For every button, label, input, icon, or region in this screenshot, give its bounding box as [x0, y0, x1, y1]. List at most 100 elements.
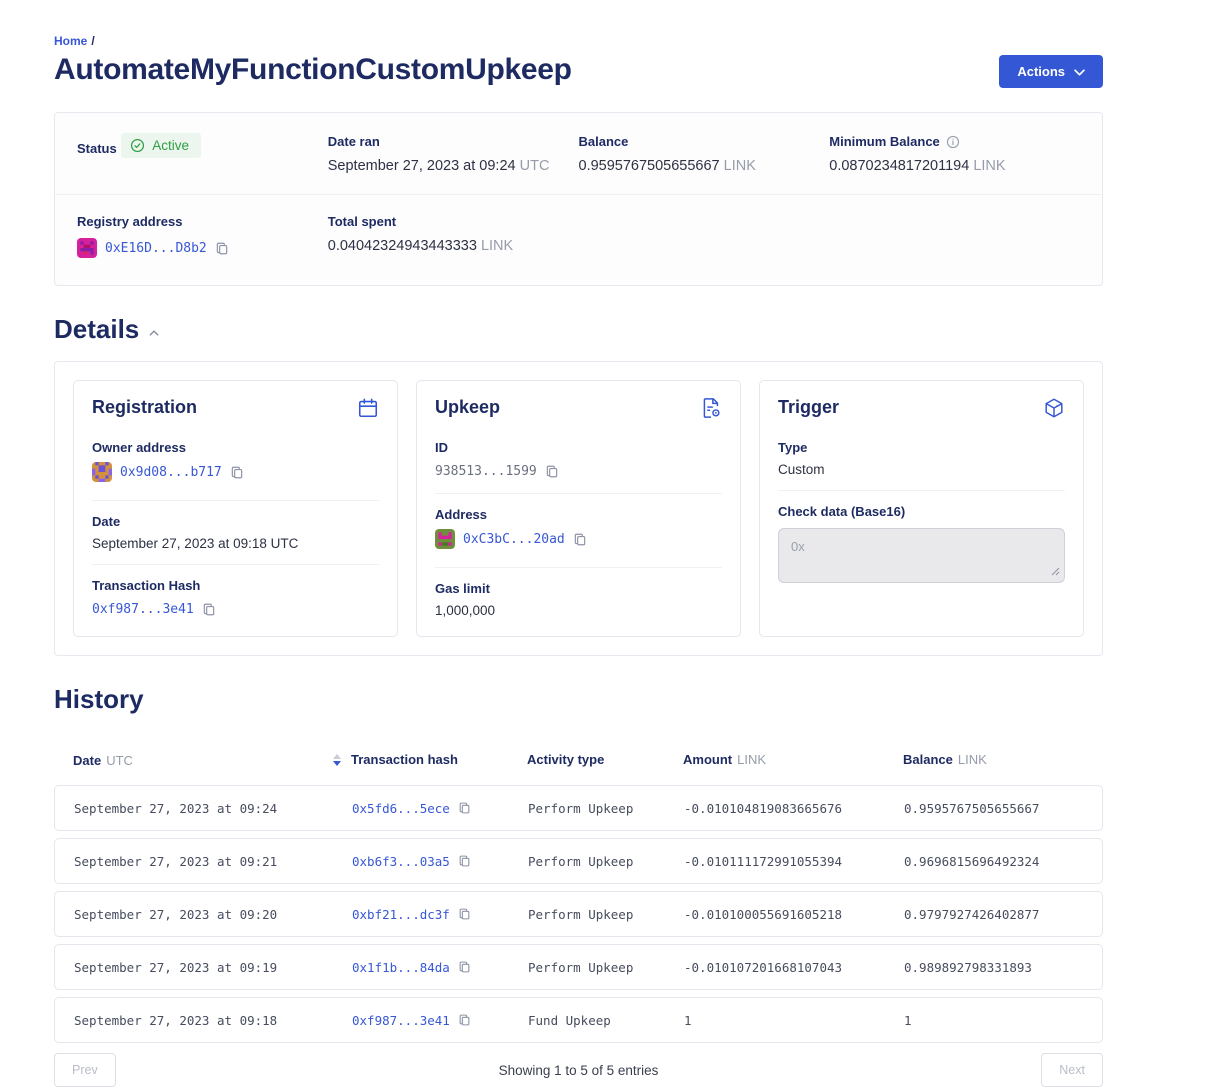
balance-field: Balance 0.9595767505655667 LINK [579, 133, 830, 174]
total-spent-value: 0.04042324943443333 LINK [328, 238, 579, 254]
upkeep-address-link[interactable]: 0xC3bC...20ad [463, 532, 565, 547]
history-table: Date UTC Transaction hash Activity type … [54, 739, 1103, 1043]
registration-card: Registration Owner address [73, 380, 398, 637]
trigger-type-label: Type [778, 440, 1065, 455]
check-data-input[interactable] [778, 528, 1065, 583]
transaction-hash-label: Transaction Hash [92, 578, 379, 593]
status-badge: Active [121, 133, 201, 158]
registry-address-label: Registry address [77, 214, 183, 229]
registration-title: Registration [92, 397, 197, 418]
breadcrumb: Home/ [54, 34, 1103, 48]
status-label: Status [77, 141, 117, 156]
info-icon[interactable] [946, 135, 960, 149]
transaction-hash-link[interactable]: 0xf987...3e41 [92, 602, 194, 617]
copy-icon[interactable] [573, 532, 587, 547]
row-activity-type: Perform Upkeep [528, 854, 684, 869]
balance-value: 0.9595767505655667 LINK [579, 158, 830, 174]
owner-identicon [92, 462, 112, 482]
date-ran-value: September 27, 2023 at 09:24 UTC [328, 158, 579, 174]
min-balance-label: Minimum Balance [829, 134, 960, 149]
summary-row-2: Registry address 0xE16D...D8b2 [77, 213, 1080, 263]
upkeep-identicon-image [435, 529, 455, 549]
col-date: Date [73, 753, 101, 768]
row-date: September 27, 2023 at 09:18 [74, 1013, 352, 1028]
row-date: September 27, 2023 at 09:19 [74, 960, 352, 975]
col-balance: Balance [903, 752, 953, 767]
sort-arrows-icon[interactable] [333, 754, 341, 766]
date-ran-timezone: UTC [520, 158, 550, 174]
copy-icon[interactable] [458, 960, 471, 974]
check-circle-icon [130, 138, 145, 153]
table-row: September 27, 2023 at 09:19 0x1f1b...84d… [54, 944, 1103, 990]
upkeep-id-value: 938513...1599 [435, 464, 537, 479]
registry-address-link[interactable]: 0xE16D...D8b2 [105, 241, 207, 256]
row-amount: -0.010111172991055394 [684, 854, 904, 869]
row-amount: -0.010107201668107043 [684, 960, 904, 975]
table-row: September 27, 2023 at 09:24 0x5fd6...5ec… [54, 785, 1103, 831]
divider [92, 564, 379, 565]
table-row: September 27, 2023 at 09:18 0xf987...3e4… [54, 997, 1103, 1043]
summary-divider [55, 194, 1102, 195]
col-amount-unit: LINK [737, 752, 766, 767]
copy-icon[interactable] [545, 464, 559, 479]
trigger-title: Trigger [778, 397, 839, 418]
min-balance-value: 0.0870234817201194 LINK [829, 158, 1080, 174]
row-tx-hash[interactable]: 0xb6f3...03a5 [352, 854, 450, 869]
history-heading: History [54, 684, 1103, 715]
owner-identicon-image [92, 462, 112, 482]
row-tx-hash[interactable]: 0xf987...3e41 [352, 1013, 450, 1028]
date-ran-label: Date ran [328, 134, 380, 149]
divider [778, 490, 1065, 491]
registration-date-value: September 27, 2023 at 09:18 UTC [92, 536, 379, 551]
actions-button[interactable]: Actions [999, 55, 1103, 88]
copy-icon[interactable] [458, 1013, 471, 1027]
pagination-summary: Showing 1 to 5 of 5 entries [499, 1063, 659, 1078]
row-balance: 1 [904, 1013, 1102, 1028]
date-ran-field: Date ran September 27, 2023 at 09:24 UTC [328, 133, 579, 174]
min-balance-unit: LINK [973, 158, 1005, 174]
row-activity-type: Perform Upkeep [528, 801, 684, 816]
trigger-card: Trigger Type Custom Check data (Base16) [759, 380, 1084, 637]
summary-row-1: Status Active Date ran September 27, 202… [77, 133, 1080, 174]
page-title: AutomateMyFunctionCustomUpkeep [54, 53, 572, 87]
divider [435, 567, 722, 568]
gas-limit-label: Gas limit [435, 581, 722, 596]
status-field: Status Active [77, 133, 328, 174]
total-spent-label: Total spent [328, 214, 396, 229]
row-date: September 27, 2023 at 09:20 [74, 907, 352, 922]
registry-identicon [77, 238, 97, 258]
total-spent-field: Total spent 0.04042324943443333 LINK [328, 213, 579, 263]
upkeep-identicon [435, 529, 455, 549]
row-tx-hash[interactable]: 0xbf21...dc3f [352, 907, 450, 922]
copy-icon[interactable] [458, 854, 471, 868]
details-heading: Details [54, 314, 1103, 345]
calendar-icon [357, 397, 379, 424]
row-amount: 1 [684, 1013, 904, 1028]
breadcrumb-home-link[interactable]: Home [54, 34, 87, 48]
copy-icon[interactable] [458, 801, 471, 815]
title-row: AutomateMyFunctionCustomUpkeep Actions [54, 53, 1103, 88]
col-tx-hash: Transaction hash [351, 752, 458, 767]
table-row: September 27, 2023 at 09:20 0xbf21...dc3… [54, 891, 1103, 937]
row-tx-hash[interactable]: 0x1f1b...84da [352, 960, 450, 975]
details-card: Registration Owner address [54, 361, 1103, 656]
check-data-label: Check data (Base16) [778, 504, 1065, 519]
row-tx-hash[interactable]: 0x5fd6...5ece [352, 801, 450, 816]
prev-button[interactable]: Prev [54, 1053, 116, 1087]
trigger-type-value: Custom [778, 462, 1065, 477]
col-amount: Amount [683, 752, 732, 767]
row-balance: 0.9696815696492324 [904, 854, 1102, 869]
owner-address-link[interactable]: 0x9d08...b717 [120, 465, 222, 480]
row-date: September 27, 2023 at 09:21 [74, 854, 352, 869]
copy-icon[interactable] [215, 241, 229, 256]
copy-icon[interactable] [230, 465, 244, 480]
row-balance: 0.9595767505655667 [904, 801, 1102, 816]
chevron-up-icon[interactable] [149, 330, 159, 336]
copy-icon[interactable] [458, 907, 471, 921]
row-activity-type: Perform Upkeep [528, 960, 684, 975]
row-activity-type: Perform Upkeep [528, 907, 684, 922]
owner-address-label: Owner address [92, 440, 379, 455]
copy-icon[interactable] [202, 602, 216, 617]
table-row: September 27, 2023 at 09:21 0xb6f3...03a… [54, 838, 1103, 884]
next-button[interactable]: Next [1041, 1053, 1103, 1087]
